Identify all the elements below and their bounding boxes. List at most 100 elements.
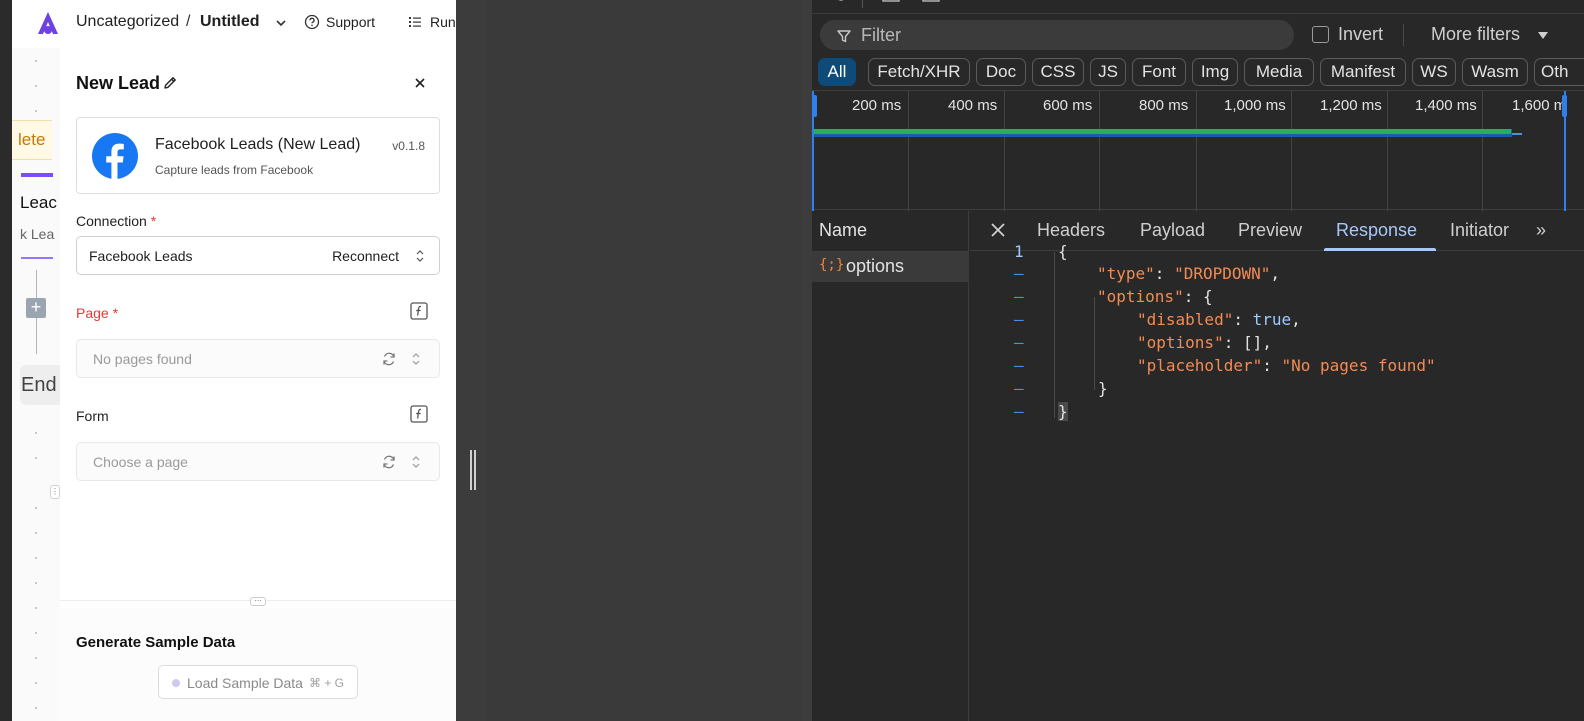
dropdown-caret-icon (1538, 32, 1548, 39)
tab-response[interactable]: Response (1336, 220, 1417, 241)
breadcrumb-separator: / (186, 13, 191, 30)
grid-dot (35, 632, 37, 634)
breadcrumb-folder[interactable]: Uncategorized (76, 13, 179, 31)
request-name: options (846, 256, 905, 276)
end-node[interactable]: End (20, 365, 60, 405)
node-accent-bar (21, 173, 53, 177)
chevron-down-icon[interactable] (274, 16, 288, 30)
edit-pencil-icon[interactable] (162, 75, 178, 91)
resize-handle[interactable]: ⋮ (50, 485, 60, 499)
close-icon[interactable] (412, 75, 428, 91)
code-line: "type": "DROPDOWN", (1097, 264, 1280, 283)
line-marker: – (1014, 310, 1024, 329)
json-comma: , (1270, 264, 1281, 283)
invert-label[interactable]: Invert (1338, 24, 1383, 45)
json-key: "options" (1137, 333, 1224, 352)
name-column-header[interactable]: Name (819, 220, 867, 241)
filter-chip-js[interactable]: JS (1090, 58, 1126, 86)
status-dot-icon (172, 679, 180, 687)
filter-chip-font[interactable]: Font (1132, 58, 1186, 86)
load-sample-data-button[interactable]: Load Sample Data ⌘ + G (158, 665, 358, 699)
timeline-range-handle-left[interactable] (812, 95, 817, 117)
filter-input[interactable]: Filter (820, 20, 1294, 50)
filter-chip-wasm[interactable]: Wasm (1462, 58, 1528, 86)
list-icon (409, 17, 421, 27)
chevron-up-down-icon (412, 456, 420, 468)
line-number: 1 (1014, 242, 1024, 261)
tab-preview[interactable]: Preview (1238, 220, 1302, 241)
splitter-grip[interactable] (474, 450, 476, 490)
more-tabs-button[interactable]: » (1536, 220, 1546, 241)
timeline-range-handle-right[interactable] (1562, 95, 1567, 117)
chevron-up-down-icon (416, 250, 424, 262)
timeline-gridline (1099, 91, 1100, 211)
piece-name: Facebook Leads (New Lead) (155, 136, 361, 153)
filter-chip-other[interactable]: Oth (1534, 58, 1584, 86)
help-circle-icon (304, 14, 320, 30)
trigger-node-subtitle: k Lea (20, 226, 55, 242)
filter-placeholder: Filter (861, 25, 901, 45)
filter-chip-img[interactable]: Img (1192, 58, 1238, 86)
code-line: "options": { (1097, 287, 1213, 306)
timeline-tick-label: 1,600 m (1512, 97, 1567, 114)
request-row[interactable]: {;} options (812, 252, 969, 282)
grid-dot (35, 657, 37, 659)
more-filters-dropdown[interactable]: More filters (1431, 24, 1520, 45)
timeline-tick-label: 600 ms (1043, 97, 1093, 114)
json-value: true (1252, 310, 1292, 329)
tab-payload[interactable]: Payload (1140, 220, 1205, 241)
reconnect-button[interactable]: Reconnect (332, 248, 399, 264)
trigger-node-title[interactable]: Leac (20, 193, 57, 213)
code-line: "placeholder": "No pages found" (1137, 356, 1436, 375)
filter-chip-doc[interactable]: Doc (976, 58, 1026, 86)
panel-resize-handle[interactable]: ⋯ (250, 597, 266, 606)
grid-dot (35, 507, 37, 509)
step-title: New Lead (76, 73, 161, 93)
line-marker: – (1014, 333, 1024, 352)
tab-headers[interactable]: Headers (1037, 220, 1105, 241)
indent-guide (1094, 297, 1095, 390)
runs-button[interactable]: Runs (408, 14, 456, 30)
filter-chip-media[interactable]: Media (1244, 58, 1314, 86)
line-marker: – (1014, 287, 1024, 306)
splitter-grip[interactable] (470, 450, 472, 490)
middle-gap (456, 0, 810, 721)
grid-dot (35, 532, 37, 534)
app-logo-icon[interactable] (34, 10, 62, 36)
network-timeline-overview[interactable]: 200 ms 400 ms 600 ms 800 ms 1,000 ms 1,2… (812, 90, 1584, 211)
response-viewer[interactable]: 1 { – "type": "DROPDOWN", – "options": {… (970, 242, 1584, 721)
runs-label: Runs (430, 14, 456, 30)
close-icon[interactable] (988, 220, 1008, 240)
flow-title[interactable]: Untitled (200, 13, 260, 31)
json-key: "type" (1097, 264, 1155, 283)
dynamic-value-toggle-icon[interactable] (410, 302, 428, 320)
add-step-button[interactable]: + (26, 298, 46, 318)
filter-chip-ws[interactable]: WS (1412, 58, 1456, 86)
chevron-up-down-icon (412, 353, 420, 365)
tab-initiator[interactable]: Initiator (1450, 220, 1509, 241)
form-label: Form (76, 408, 109, 424)
export-icon[interactable] (922, 0, 940, 4)
settings-icon[interactable] (834, 0, 848, 4)
filter-chip-all[interactable]: All (818, 58, 856, 86)
dynamic-value-toggle-icon[interactable] (410, 405, 428, 423)
complete-step-node[interactable]: lete (12, 120, 52, 160)
support-button[interactable]: Support (304, 14, 375, 30)
connection-select[interactable]: Facebook Leads Reconnect (76, 236, 440, 275)
flow-builder-app: Uncategorized / Untitled Support Run let… (12, 0, 456, 721)
refresh-icon[interactable] (381, 454, 397, 470)
filter-chip-manifest[interactable]: Manifest (1320, 58, 1406, 86)
filter-chip-css[interactable]: CSS (1032, 58, 1084, 86)
import-icon[interactable] (882, 0, 900, 4)
json-colon: : (1223, 333, 1243, 352)
grid-dot (35, 682, 37, 684)
filter-chip-fetch-xhr[interactable]: Fetch/XHR (868, 58, 970, 86)
invert-checkbox[interactable] (1312, 26, 1329, 43)
refresh-icon[interactable] (381, 351, 397, 367)
json-colon: : (1183, 287, 1203, 306)
flow-canvas[interactable]: lete Leac k Lea + End ⋮ (12, 48, 60, 721)
grid-dot (35, 607, 37, 609)
line-marker: – (1014, 356, 1024, 375)
grid-dot (35, 432, 37, 434)
node-selected-underline (21, 257, 53, 259)
